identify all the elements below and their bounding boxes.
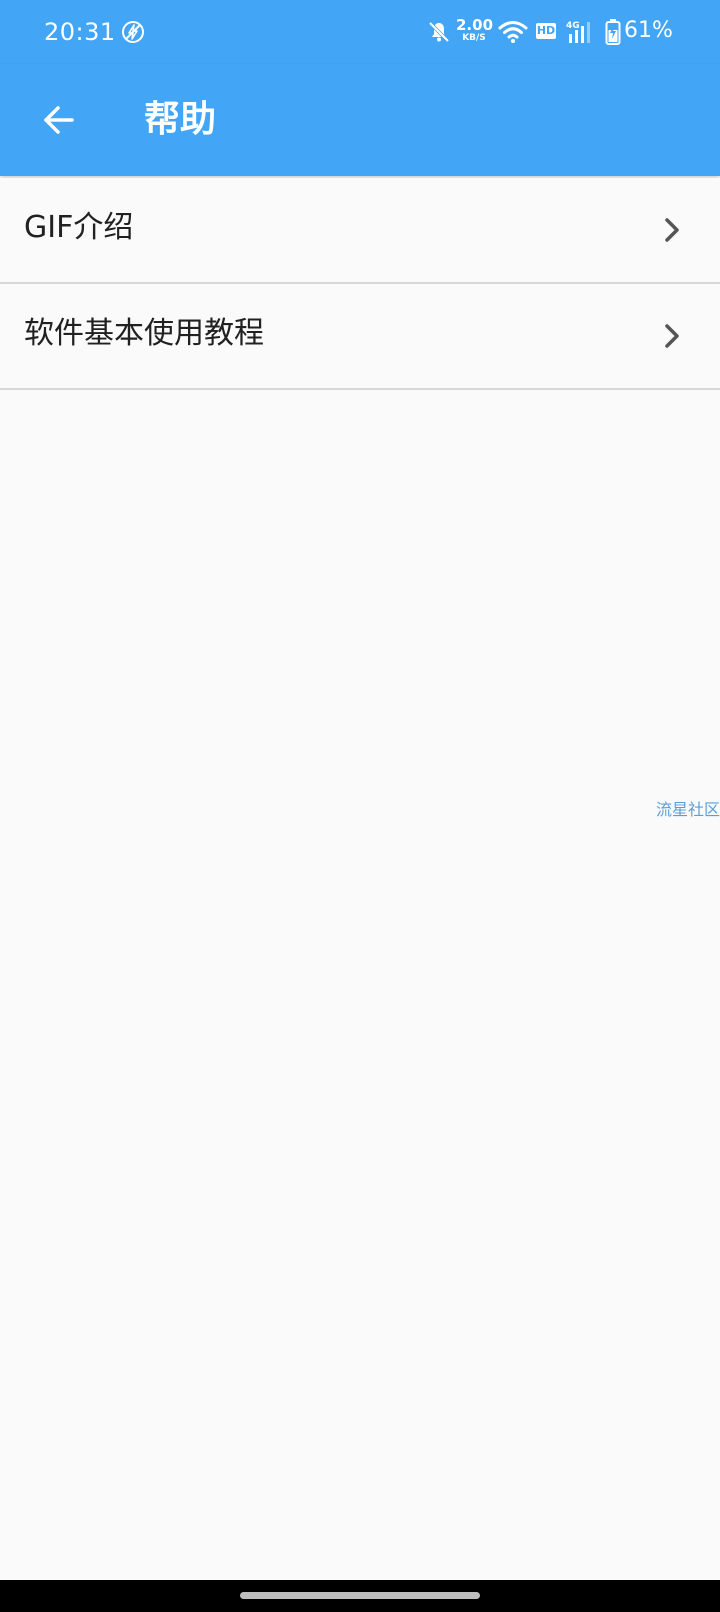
app-bar: 帮助 — [0, 64, 720, 176]
network-speed: 2.00 KB/S — [456, 16, 494, 43]
back-button[interactable] — [32, 94, 84, 146]
navigation-bar — [0, 1580, 720, 1612]
status-bar: 20:31 2.00 KB/S HD 4G 61% — [0, 0, 720, 64]
arrow-left-icon — [44, 106, 74, 134]
signal-4g-icon: 4G — [566, 18, 596, 46]
home-gesture-handle[interactable] — [240, 1592, 480, 1599]
network-speed-value: 2.00 — [456, 16, 494, 34]
list-item-label: GIF介绍 — [24, 210, 134, 245]
chevron-right-icon — [665, 324, 679, 348]
list-item-basic-tutorial[interactable]: 软件基本使用教程 — [0, 284, 720, 390]
watermark-text: 流星社区 — [656, 800, 720, 819]
network-speed-unit: KB/S — [462, 33, 486, 43]
list-item-label: 软件基本使用教程 — [24, 316, 264, 351]
bell-off-icon — [426, 18, 452, 46]
wifi-icon — [497, 18, 529, 46]
hd-badge: HD — [536, 23, 556, 39]
list-item-gif-intro[interactable]: GIF介绍 — [0, 178, 720, 284]
no-flash-icon — [120, 18, 146, 46]
status-time: 20:31 — [44, 18, 116, 46]
help-list: GIF介绍 软件基本使用教程 — [0, 178, 720, 390]
chevron-right-icon — [665, 218, 679, 242]
battery-charging-icon — [604, 18, 622, 46]
signal-label: 4G — [566, 21, 580, 31]
page-title: 帮助 — [144, 99, 217, 140]
battery-percent: 61% — [624, 18, 673, 43]
